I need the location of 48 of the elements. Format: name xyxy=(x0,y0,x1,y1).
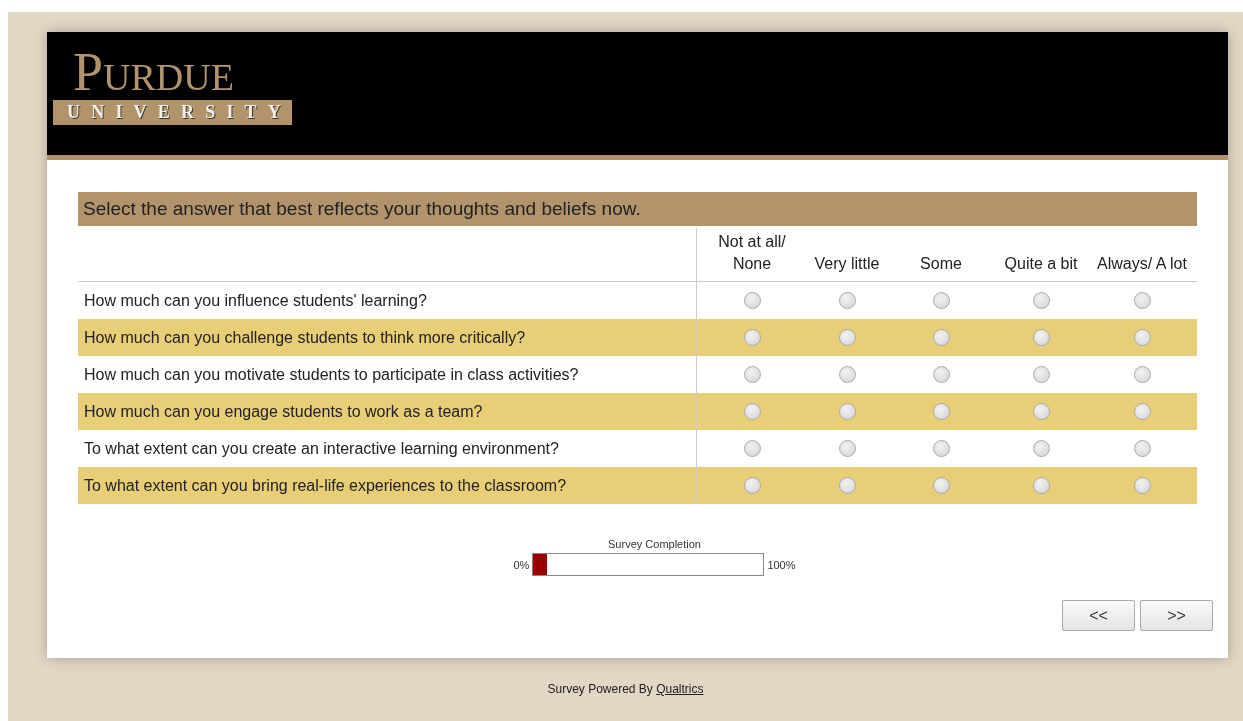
radio-button[interactable] xyxy=(838,440,856,457)
progress-label: Survey Completion xyxy=(608,538,701,550)
radio-button[interactable] xyxy=(1133,329,1151,346)
radio-button[interactable] xyxy=(838,292,856,309)
radio-button[interactable] xyxy=(1133,292,1151,309)
question-text: To what extent can you bring real-life experiences to the classroom? xyxy=(78,467,697,504)
radio-button[interactable] xyxy=(743,292,761,309)
radio-button[interactable] xyxy=(932,329,950,346)
radio-button[interactable] xyxy=(1032,403,1050,420)
logo-title: Purdue xyxy=(73,46,234,98)
logo-subtitle: UNIVERSITY xyxy=(53,100,293,125)
radio-button[interactable] xyxy=(743,366,761,383)
radio-button[interactable] xyxy=(838,477,856,494)
radio-button[interactable] xyxy=(743,477,761,494)
radio-button[interactable] xyxy=(1032,366,1050,383)
footer-text: Survey Powered By xyxy=(547,682,653,696)
question-text: How much can you engage students to work as a team? xyxy=(78,393,697,430)
radio-button[interactable] xyxy=(743,440,761,457)
next-button[interactable]: >> xyxy=(1140,600,1213,631)
radio-button[interactable] xyxy=(1032,329,1050,346)
question-instruction: Select the answer that best reflects your thoughts and beliefs now. xyxy=(78,192,1197,226)
radio-button[interactable] xyxy=(838,366,856,383)
column-header: Quite a bit xyxy=(995,228,1087,282)
radio-button[interactable] xyxy=(1133,477,1151,494)
progress-max-label: 100% xyxy=(767,558,796,571)
radio-button[interactable] xyxy=(838,329,856,346)
radio-button[interactable] xyxy=(743,329,761,346)
radio-button[interactable] xyxy=(1032,292,1050,309)
radio-button[interactable] xyxy=(932,292,950,309)
radio-button[interactable] xyxy=(932,366,950,383)
radio-button[interactable] xyxy=(743,403,761,420)
radio-button[interactable] xyxy=(1032,440,1050,457)
column-header: Not at all/ None xyxy=(697,228,807,282)
qualtrics-link[interactable]: Qualtrics xyxy=(656,682,704,696)
radio-button[interactable] xyxy=(932,477,950,494)
question-text: How much can you challenge students to think more critically? xyxy=(78,319,697,356)
radio-button[interactable] xyxy=(838,403,856,420)
radio-button[interactable] xyxy=(1133,440,1151,457)
progress-min-label: 0% xyxy=(513,558,530,571)
column-header: Some xyxy=(887,228,995,282)
radio-button[interactable] xyxy=(1133,403,1151,420)
radio-button[interactable] xyxy=(932,440,950,457)
back-button[interactable]: << xyxy=(1062,600,1135,631)
column-header: Always/ A lot xyxy=(1087,228,1197,282)
radio-button[interactable] xyxy=(1032,477,1050,494)
radio-button[interactable] xyxy=(932,403,950,420)
radio-button[interactable] xyxy=(1133,366,1151,383)
column-header: Very little xyxy=(807,228,887,282)
